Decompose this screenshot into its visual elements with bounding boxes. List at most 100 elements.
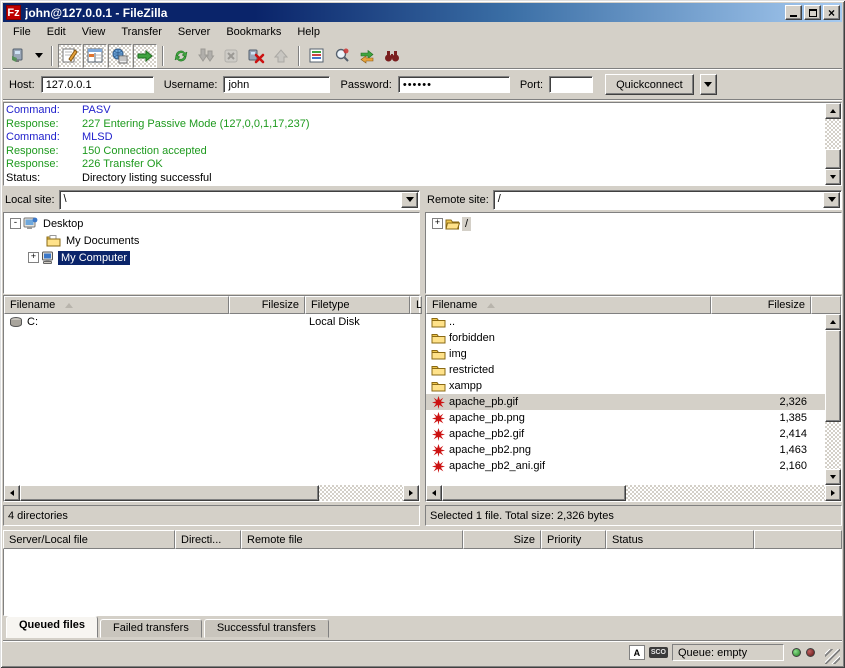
- local-file-row[interactable]: C: Local Disk: [4, 314, 419, 330]
- toggle-transfer-queue-button[interactable]: [133, 44, 157, 68]
- directory-comparison-button[interactable]: [330, 44, 354, 68]
- remote-site-combobox[interactable]: /: [493, 190, 842, 210]
- column-label: Filesize: [768, 299, 805, 311]
- scroll-thumb[interactable]: [442, 485, 626, 501]
- tree-item-desktop[interactable]: - Desktop: [4, 215, 419, 232]
- tree-item-root[interactable]: + /: [426, 215, 841, 232]
- close-button[interactable]: ×: [823, 5, 840, 20]
- username-input[interactable]: [223, 76, 330, 93]
- remote-file-row[interactable]: apache_pb.png 1,385: [426, 410, 825, 426]
- maximize-button[interactable]: [804, 5, 821, 20]
- column-header-size[interactable]: Size: [463, 530, 541, 549]
- tree-item-my-computer[interactable]: + My Computer: [4, 249, 419, 266]
- remote-file-row[interactable]: ..: [426, 314, 825, 330]
- column-label: Priority: [547, 534, 581, 546]
- local-site-combobox[interactable]: \: [59, 190, 420, 210]
- remote-file-row[interactable]: forbidden: [426, 330, 825, 346]
- remote-list-body: .. forbidden img restricted: [426, 314, 825, 485]
- scroll-down-button[interactable]: [825, 169, 841, 185]
- toggle-remote-tree-button[interactable]: [108, 44, 132, 68]
- menu-edit[interactable]: Edit: [39, 23, 74, 41]
- quickconnect-dropdown-button[interactable]: [700, 74, 717, 95]
- tab-successful-transfers[interactable]: Successful transfers: [204, 619, 329, 638]
- column-header-filename[interactable]: Filename: [426, 296, 711, 314]
- folder-icon: [430, 331, 446, 345]
- scroll-track[interactable]: [442, 485, 825, 501]
- column-header-status[interactable]: Status: [606, 530, 754, 549]
- scroll-up-button[interactable]: [825, 314, 841, 330]
- remote-file-row[interactable]: apache_pb2_ani.gif 2,160: [426, 458, 825, 474]
- tab-failed-transfers[interactable]: Failed transfers: [100, 619, 202, 638]
- expand-icon[interactable]: +: [432, 218, 443, 229]
- site-manager-dropdown-button[interactable]: [32, 44, 46, 68]
- local-list-header: Filename Filesize Filetype L: [4, 296, 419, 314]
- tree-item-my-documents[interactable]: My Documents: [4, 232, 419, 249]
- column-label: Filename: [10, 299, 55, 311]
- column-header-remote-file[interactable]: Remote file: [241, 530, 463, 549]
- column-header-filesize[interactable]: Filesize: [229, 296, 305, 314]
- local-horizontal-scrollbar[interactable]: [4, 485, 419, 501]
- remote-file-row[interactable]: apache_pb2.png 1,463: [426, 442, 825, 458]
- column-header-priority[interactable]: Priority: [541, 530, 606, 549]
- collapse-icon[interactable]: -: [10, 218, 21, 229]
- column-header-filesize[interactable]: Filesize: [711, 296, 811, 314]
- scroll-thumb[interactable]: [825, 330, 841, 422]
- scroll-thumb[interactable]: [825, 149, 841, 169]
- column-label: Remote file: [247, 534, 303, 546]
- scroll-thumb[interactable]: [20, 485, 319, 501]
- combo-dropdown-button[interactable]: [823, 192, 840, 208]
- toggle-message-log-button[interactable]: [58, 44, 82, 68]
- remote-file-row[interactable]: apache_pb2.gif 2,414: [426, 426, 825, 442]
- column-header-direction[interactable]: Directi...: [175, 530, 241, 549]
- scroll-track[interactable]: [825, 119, 841, 169]
- menu-file[interactable]: File: [5, 23, 39, 41]
- scroll-down-button[interactable]: [825, 469, 841, 485]
- column-header-last-modified[interactable]: L: [410, 296, 422, 314]
- toggle-local-tree-button[interactable]: [83, 44, 107, 68]
- synchronized-browsing-button[interactable]: [355, 44, 379, 68]
- expand-icon[interactable]: +: [28, 252, 39, 263]
- refresh-button[interactable]: [169, 44, 193, 68]
- host-input[interactable]: [41, 76, 154, 93]
- column-header-filetype[interactable]: Filetype: [305, 296, 410, 314]
- remote-file-row[interactable]: restricted: [426, 362, 825, 378]
- scroll-left-button[interactable]: [426, 485, 442, 501]
- find-files-button[interactable]: [380, 44, 404, 68]
- cancel-operation-button: [219, 44, 243, 68]
- minimize-button[interactable]: [785, 5, 802, 20]
- menu-server[interactable]: Server: [170, 23, 218, 41]
- synchronized-browsing-icon: [358, 47, 376, 65]
- remote-file-row-selected[interactable]: apache_pb.gif 2,326: [426, 394, 825, 410]
- scroll-up-button[interactable]: [825, 103, 841, 119]
- disconnect-button[interactable]: [244, 44, 268, 68]
- remote-horizontal-scrollbar[interactable]: [426, 485, 841, 501]
- scroll-right-button[interactable]: [825, 485, 841, 501]
- remote-file-row[interactable]: xampp: [426, 378, 825, 394]
- menu-transfer[interactable]: Transfer: [113, 23, 170, 41]
- quickconnect-button[interactable]: Quickconnect: [605, 74, 694, 95]
- menu-help[interactable]: Help: [289, 23, 328, 41]
- remote-vertical-scrollbar[interactable]: [825, 314, 841, 485]
- speed-limits-icon[interactable]: SCO: [649, 647, 668, 658]
- scroll-track[interactable]: [20, 485, 403, 501]
- scroll-right-button[interactable]: [403, 485, 419, 501]
- transfer-queue-icon: [136, 47, 154, 65]
- menu-view[interactable]: View: [74, 23, 114, 41]
- password-input[interactable]: [398, 76, 510, 93]
- filter-button[interactable]: [305, 44, 329, 68]
- combo-dropdown-button[interactable]: [401, 192, 418, 208]
- scroll-track[interactable]: [825, 330, 841, 469]
- tab-queued-files[interactable]: Queued files: [6, 616, 98, 638]
- scroll-left-button[interactable]: [4, 485, 20, 501]
- menu-bookmarks[interactable]: Bookmarks: [218, 23, 289, 41]
- column-header-filename[interactable]: Filename: [4, 296, 229, 314]
- remote-file-row[interactable]: img: [426, 346, 825, 362]
- log-vertical-scrollbar[interactable]: [825, 103, 841, 185]
- port-input[interactable]: [549, 76, 593, 93]
- column-header-server-local-file[interactable]: Server/Local file: [3, 530, 175, 549]
- remote-pane: Remote site: / + / Filename Fil: [425, 189, 842, 526]
- recv-led-icon: [792, 648, 801, 657]
- column-label: Filename: [432, 299, 477, 311]
- resize-grip[interactable]: [825, 649, 840, 664]
- site-manager-button[interactable]: [7, 44, 31, 68]
